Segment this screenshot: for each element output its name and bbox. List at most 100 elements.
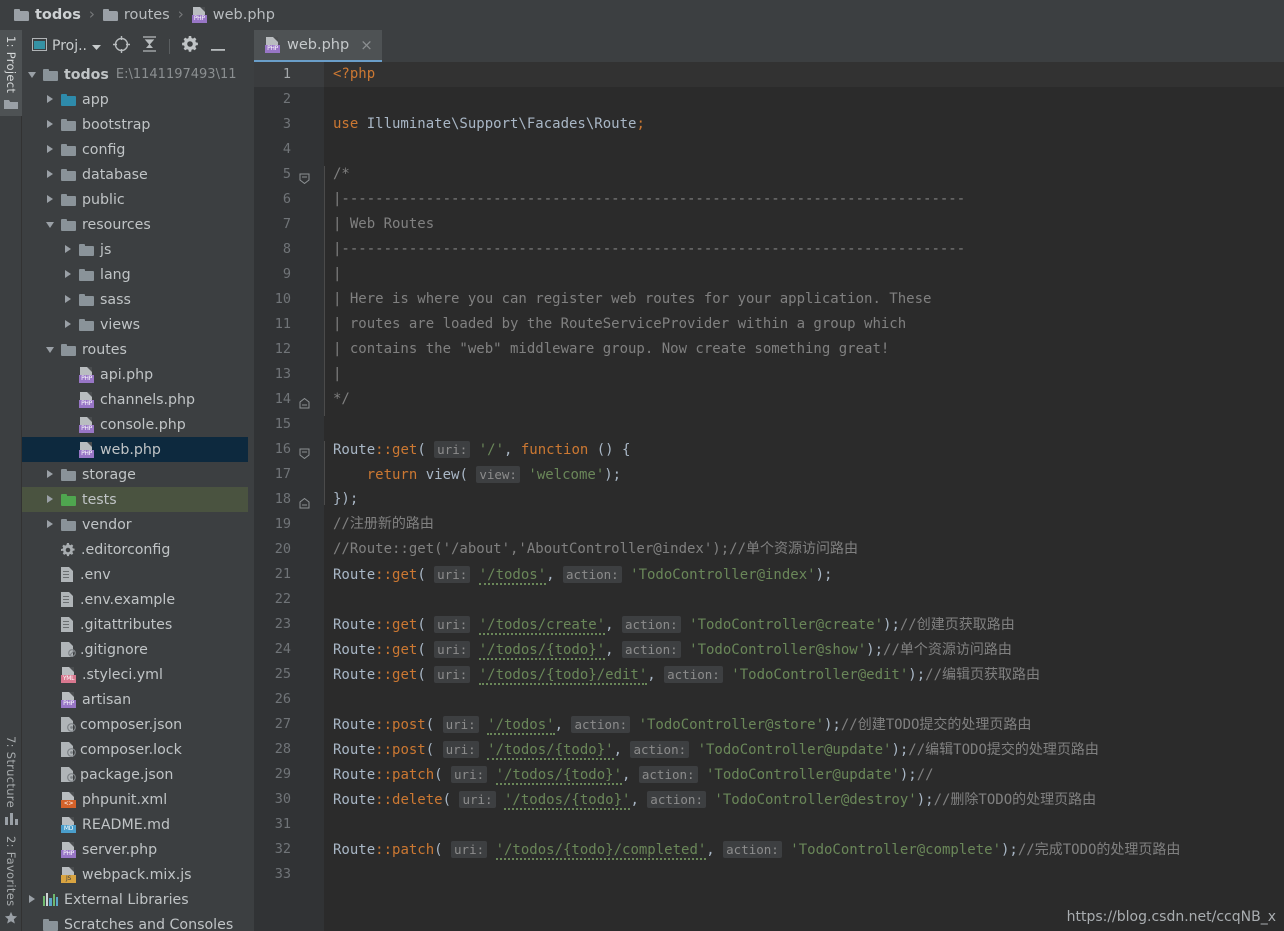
tree-item-routes[interactable]: routes	[22, 337, 248, 362]
code-line[interactable]: Route::patch( uri: '/todos/{todo}', acti…	[333, 762, 934, 787]
code-line[interactable]: Route::get( uri: '/todos/{todo}', action…	[333, 637, 1012, 662]
tree-item-scratches-and-consoles[interactable]: Scratches and Consoles	[22, 912, 248, 931]
chevron-down-icon[interactable]	[92, 38, 101, 54]
tree-item-views[interactable]: views	[22, 312, 248, 337]
chevron-right-icon[interactable]	[64, 320, 73, 329]
tree-item-public[interactable]: public	[22, 187, 248, 212]
breadcrumb-item-todos[interactable]: todos	[14, 7, 81, 23]
chevron-right-icon[interactable]	[46, 195, 55, 204]
code-line[interactable]: Route::get( uri: '/todos', action: 'Todo…	[333, 562, 832, 587]
tree-item-external-libraries[interactable]: External Libraries	[22, 887, 248, 912]
chevron-right-icon[interactable]	[46, 95, 55, 104]
tree-item-app[interactable]: app	[22, 87, 248, 112]
tree-item--env-example[interactable]: .env.example	[22, 587, 248, 612]
tree-item-phpunit-xml[interactable]: <> phpunit.xml	[22, 787, 248, 812]
code-content[interactable]: <?php use Illuminate\Support\Facades\Rout…	[324, 62, 1284, 931]
fold-collapse-icon[interactable]	[299, 444, 310, 460]
tree-item-artisan[interactable]: PHP artisan	[22, 687, 248, 712]
collapse-all-icon[interactable]	[142, 36, 157, 56]
fold-collapse-icon[interactable]	[299, 169, 310, 185]
tab-web-php[interactable]: PHP web.php ×	[254, 30, 382, 62]
chevron-right-icon[interactable]	[28, 895, 37, 904]
tree-item-todos[interactable]: todos E:\1141197493\11	[22, 62, 248, 87]
tree-item-resources[interactable]: resources	[22, 212, 248, 237]
tree-item-js[interactable]: js	[22, 237, 248, 262]
chevron-down-icon[interactable]	[28, 70, 37, 79]
chevron-down-icon[interactable]	[46, 220, 55, 229]
chevron-right-icon[interactable]	[64, 245, 73, 254]
code-line[interactable]: | Here is where you can register web rou…	[333, 287, 931, 312]
tree-item-readme-md[interactable]: MD README.md	[22, 812, 248, 837]
tree-item--editorconfig[interactable]: .editorconfig	[22, 537, 248, 562]
tree-item-api-php[interactable]: PHP api.php	[22, 362, 248, 387]
tree-item--styleci-yml[interactable]: YML .styleci.yml	[22, 662, 248, 687]
code-line[interactable]: use Illuminate\Support\Facades\Route;	[333, 112, 645, 137]
code-line[interactable]: | routes are loaded by the RouteServiceP…	[333, 312, 906, 337]
settings-gear-icon[interactable]	[182, 36, 198, 56]
tree-item-webpack-mix-js[interactable]: JS webpack.mix.js	[22, 862, 248, 887]
code-line[interactable]: //注册新的路由	[333, 512, 434, 537]
code-line[interactable]: });	[333, 487, 358, 512]
code-line[interactable]: Route::post( uri: '/todos', action: 'Tod…	[333, 712, 1031, 737]
editor-gutter[interactable]: 1 2 3 4 5 6 7 8 9 10 11 12 13 14 15 16 17 18 19 20 21 22 23 24 2…	[254, 62, 324, 931]
tree-item-database[interactable]: database	[22, 162, 248, 187]
code-line[interactable]: |---------------------------------------…	[333, 187, 965, 212]
tree-item-sass[interactable]: sass	[22, 287, 248, 312]
code-line[interactable]: return view( view: 'welcome');	[333, 462, 621, 487]
code-line[interactable]: |	[333, 362, 341, 387]
tree-item-package-json[interactable]: package.json	[22, 762, 248, 787]
sidebar-item-structure[interactable]: 7: Structure	[0, 730, 22, 831]
code-line[interactable]: */	[333, 387, 350, 412]
close-icon[interactable]: ×	[360, 36, 373, 54]
hide-panel-icon[interactable]	[210, 37, 226, 56]
code-line[interactable]: Route::post( uri: '/todos/{todo}', actio…	[333, 737, 1099, 762]
chevron-right-icon[interactable]	[64, 295, 73, 304]
tree-item-bootstrap[interactable]: bootstrap	[22, 112, 248, 137]
code-line[interactable]: <?php	[333, 62, 375, 87]
sidebar-item-project[interactable]: 1: Project	[0, 30, 22, 117]
tree-item-console-php[interactable]: PHP console.php	[22, 412, 248, 437]
tree-item--gitignore[interactable]: .gitignore	[22, 637, 248, 662]
parameter-hint: action:	[647, 791, 706, 808]
tree-item--env[interactable]: .env	[22, 562, 248, 587]
fold-end-icon[interactable]	[299, 494, 310, 509]
breadcrumb-item-web-php[interactable]: PHP web.php	[191, 7, 275, 23]
code-line[interactable]: | contains the "web" middleware group. N…	[333, 337, 889, 362]
chevron-right-icon[interactable]	[64, 270, 73, 279]
code-line[interactable]: Route::delete( uri: '/todos/{todo}', act…	[333, 787, 1096, 812]
tree-item-vendor[interactable]: vendor	[22, 512, 248, 537]
code-line[interactable]: |---------------------------------------…	[333, 237, 965, 262]
tree-item-composer-lock[interactable]: composer.lock	[22, 737, 248, 762]
tree-item--gitattributes[interactable]: .gitattributes	[22, 612, 248, 637]
fold-end-icon[interactable]	[299, 394, 310, 409]
chevron-right-icon[interactable]	[46, 120, 55, 129]
tree-item-composer-json[interactable]: composer.json	[22, 712, 248, 737]
chevron-down-icon[interactable]	[46, 345, 55, 354]
code-line[interactable]: |	[333, 262, 341, 287]
project-tree[interactable]: todos E:\1141197493\11 app bootstrap config d…	[22, 62, 248, 931]
tree-item-config[interactable]: config	[22, 137, 248, 162]
code-line[interactable]: Route::get( uri: '/todos/{todo}/edit', a…	[333, 662, 1040, 687]
code-line[interactable]: Route::get( uri: '/', function () {	[333, 437, 630, 462]
tree-item-web-php[interactable]: PHP web.php	[22, 437, 248, 462]
breadcrumb-item-routes[interactable]: routes	[102, 7, 170, 23]
code-line[interactable]: //Route::get('/about','AboutController@i…	[333, 537, 858, 562]
sidebar-item-favorites[interactable]: 2: Favorites	[0, 830, 22, 931]
code-token: Route	[333, 642, 376, 658]
locate-target-icon[interactable]	[113, 35, 130, 57]
chevron-right-icon[interactable]	[46, 470, 55, 479]
tree-item-storage[interactable]: storage	[22, 462, 248, 487]
code-line[interactable]: | Web Routes	[333, 212, 434, 237]
tree-item-server-php[interactable]: PHP server.php	[22, 837, 248, 862]
chevron-right-icon[interactable]	[46, 170, 55, 179]
chevron-right-icon[interactable]	[46, 145, 55, 154]
project-view-selector[interactable]: Proj..	[32, 37, 101, 55]
code-line[interactable]: Route::get( uri: '/todos/create', action…	[333, 612, 1015, 637]
tree-item-tests[interactable]: tests	[22, 487, 248, 512]
chevron-right-icon[interactable]	[46, 520, 55, 529]
tree-item-lang[interactable]: lang	[22, 262, 248, 287]
chevron-right-icon[interactable]	[46, 495, 55, 504]
code-line[interactable]: Route::patch( uri: '/todos/{todo}/comple…	[333, 837, 1180, 862]
tree-item-channels-php[interactable]: PHP channels.php	[22, 387, 248, 412]
code-line[interactable]: /*	[333, 162, 350, 187]
